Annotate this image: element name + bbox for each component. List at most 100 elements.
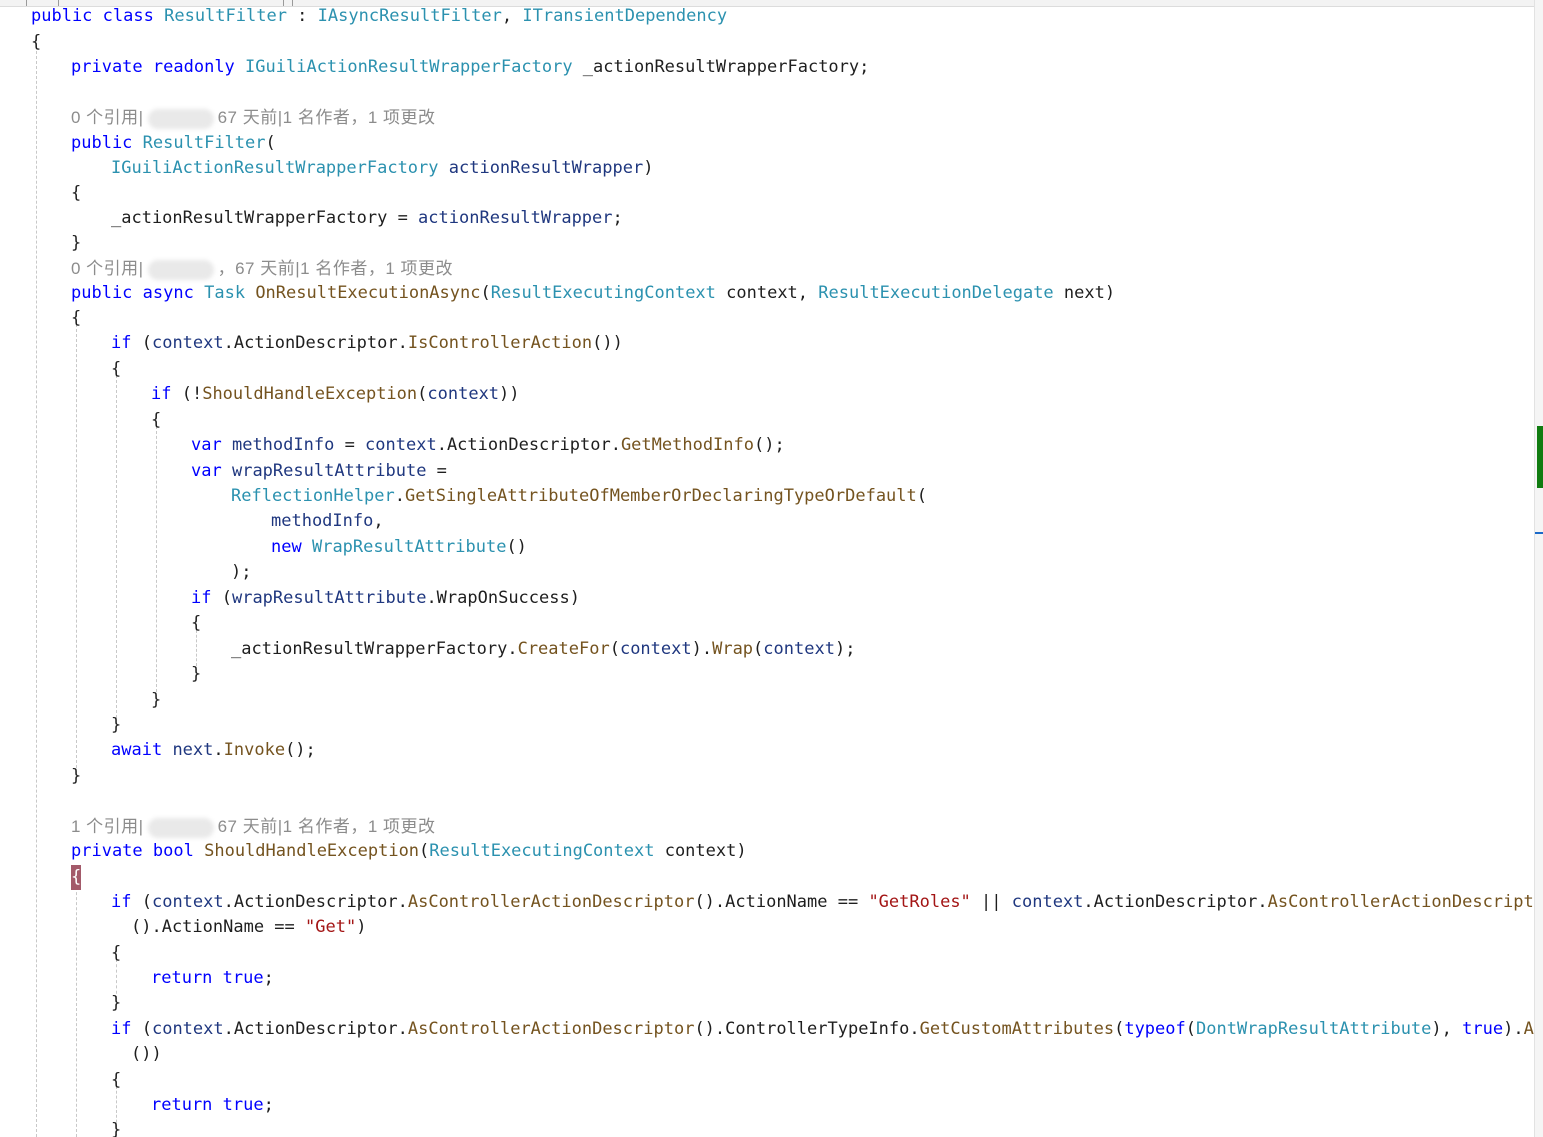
- code-line[interactable]: private bool ShouldHandleException(Resul…: [71, 839, 747, 864]
- code-line[interactable]: if (!ShouldHandleException(context)): [151, 382, 520, 407]
- code-line[interactable]: new WrapResultAttribute(): [271, 535, 527, 560]
- vertical-scrollbar[interactable]: [1534, 0, 1543, 1137]
- code-token: typeof: [1124, 1019, 1186, 1039]
- code-line[interactable]: );: [231, 560, 251, 585]
- code-token: IGuiliActionResultWrapperFactory: [111, 158, 439, 178]
- code-token: ;: [263, 968, 274, 988]
- codelens-history[interactable]: ，67 天前|1 名作者，1 项更改: [218, 259, 453, 278]
- code-token: .ActionDescriptor.: [1083, 892, 1268, 912]
- code-line[interactable]: var methodInfo = context.ActionDescripto…: [191, 433, 785, 458]
- code-line[interactable]: if (wrapResultAttribute.WrapOnSuccess): [191, 586, 580, 611]
- code-line[interactable]: return true;: [151, 966, 274, 991]
- matched-brace: {: [71, 865, 82, 890]
- codelens-should-handle-exception[interactable]: 1 个引用| 67 天前|1 名作者，1 项更改: [71, 814, 436, 839]
- codelens-references[interactable]: 1 个引用|: [71, 817, 144, 836]
- code-line[interactable]: ReflectionHelper.GetSingleAttributeOfMem…: [231, 484, 927, 509]
- code-token: .ActionDescriptor.: [436, 435, 621, 455]
- code-token: IsControllerAction: [407, 333, 593, 353]
- code-line[interactable]: {: [151, 408, 161, 433]
- code-line[interactable]: public class ResultFilter : IAsyncResult…: [31, 4, 727, 29]
- code-line[interactable]: {: [111, 357, 121, 382]
- code-line[interactable]: var wrapResultAttribute =: [191, 459, 447, 484]
- code-line[interactable]: {: [71, 181, 81, 206]
- code-token: ResultFilter: [164, 6, 287, 26]
- code-token: (: [265, 133, 276, 153]
- code-token: (: [609, 639, 620, 659]
- code-line[interactable]: return true;: [151, 1093, 274, 1118]
- code-token: public: [71, 133, 133, 153]
- code-token: }: [71, 233, 82, 253]
- code-token: IGuiliActionResultWrapperFactory: [245, 57, 573, 77]
- code-line[interactable]: {: [191, 611, 201, 636]
- code-line[interactable]: ()): [131, 1042, 162, 1067]
- code-token: ).: [691, 639, 713, 659]
- code-token: context,: [715, 283, 819, 303]
- code-line[interactable]: if (context.ActionDescriptor.AsControlle…: [111, 1017, 1535, 1042]
- code-token: wrapResultAttribute: [231, 588, 427, 608]
- code-token: var: [191, 435, 222, 455]
- code-line[interactable]: }: [71, 764, 81, 789]
- code-token: ResultExecutionDelegate: [818, 283, 1054, 303]
- code-token: ResultExecutingContext: [429, 841, 655, 861]
- codelens-on-result-execution[interactable]: 0 个引用| ，67 天前|1 名作者，1 项更改: [71, 256, 453, 281]
- code-token: ,: [501, 6, 523, 26]
- code-line[interactable]: {: [31, 30, 41, 55]
- code-line[interactable]: public ResultFilter(: [71, 131, 276, 156]
- code-token: Wrap: [712, 639, 754, 659]
- codelens-history[interactable]: 67 天前|1 名作者，1 项更改: [218, 108, 436, 127]
- code-line[interactable]: ().ActionName == "Get"): [131, 915, 366, 940]
- codelens-references[interactable]: 0 个引用|: [71, 259, 144, 278]
- code-token: ).: [1503, 1019, 1524, 1039]
- code-line[interactable]: {: [111, 1068, 121, 1093]
- code-token: GetCustomAttributes: [919, 1019, 1115, 1039]
- code-token: ();: [285, 740, 316, 760]
- codelens-history[interactable]: 67 天前|1 名作者，1 项更改: [218, 817, 436, 836]
- code-token: ()): [592, 333, 623, 353]
- code-line[interactable]: private readonly IGuiliActionResultWrapp…: [71, 55, 869, 80]
- scrollbar-caret-marker: [1535, 532, 1543, 534]
- code-line[interactable]: }: [191, 662, 201, 687]
- code-token: {: [111, 943, 122, 963]
- code-token: ResultFilter: [142, 133, 266, 153]
- code-line[interactable]: if (context.ActionDescriptor.IsControlle…: [111, 331, 623, 356]
- code-line[interactable]: }: [71, 231, 81, 256]
- code-line[interactable]: }: [151, 688, 161, 713]
- code-token: ),: [1431, 1019, 1463, 1039]
- code-token: actionResultWrapper: [418, 208, 613, 228]
- code-token: (!: [171, 384, 203, 404]
- code-token: (: [1114, 1019, 1125, 1039]
- code-token: (: [753, 639, 764, 659]
- code-line[interactable]: public async Task OnResultExecutionAsync…: [71, 281, 1115, 306]
- code-editor[interactable]: public class ResultFilter : IAsyncResult…: [0, 4, 1535, 1137]
- code-line[interactable]: {: [71, 306, 81, 331]
- code-token: ): [643, 158, 654, 178]
- code-token: (: [1185, 1019, 1196, 1039]
- code-line[interactable]: }: [111, 1118, 121, 1137]
- code-line[interactable]: _actionResultWrapperFactory.CreateFor(co…: [231, 637, 855, 662]
- code-line[interactable]: }: [111, 713, 121, 738]
- scrollbar-change-marker: [1537, 426, 1543, 488]
- code-token: _actionResultWrapperFactory;: [572, 57, 870, 77]
- code-token: AsControllerActionDescriptor: [1267, 892, 1535, 912]
- code-line[interactable]: _actionResultWrapperFactory = actionResu…: [111, 206, 623, 231]
- code-token: return: [151, 1095, 213, 1115]
- code-token: public: [71, 283, 133, 303]
- indent-guide: [76, 324, 77, 768]
- code-token: )): [499, 384, 520, 404]
- code-token: );: [834, 639, 856, 659]
- codelens-references[interactable]: 0 个引用|: [71, 108, 144, 127]
- code-token: ().ActionName ==: [131, 917, 305, 937]
- code-token: (: [131, 333, 152, 353]
- code-line[interactable]: if (context.ActionDescriptor.AsControlle…: [111, 890, 1535, 915]
- code-token: =: [334, 435, 366, 455]
- code-line[interactable]: methodInfo,: [271, 509, 384, 534]
- code-line[interactable]: {: [71, 865, 82, 890]
- code-token: .WrapOnSuccess): [426, 588, 580, 608]
- code-line[interactable]: IGuiliActionResultWrapperFactory actionR…: [111, 156, 653, 181]
- code-token: GetMethodInfo: [620, 435, 754, 455]
- codelens-ctor[interactable]: 0 个引用| 67 天前|1 名作者，1 项更改: [71, 105, 436, 130]
- code-line[interactable]: await next.Invoke();: [111, 738, 316, 763]
- code-line[interactable]: {: [111, 941, 121, 966]
- code-line[interactable]: }: [111, 991, 121, 1016]
- redacted-author: [147, 817, 214, 838]
